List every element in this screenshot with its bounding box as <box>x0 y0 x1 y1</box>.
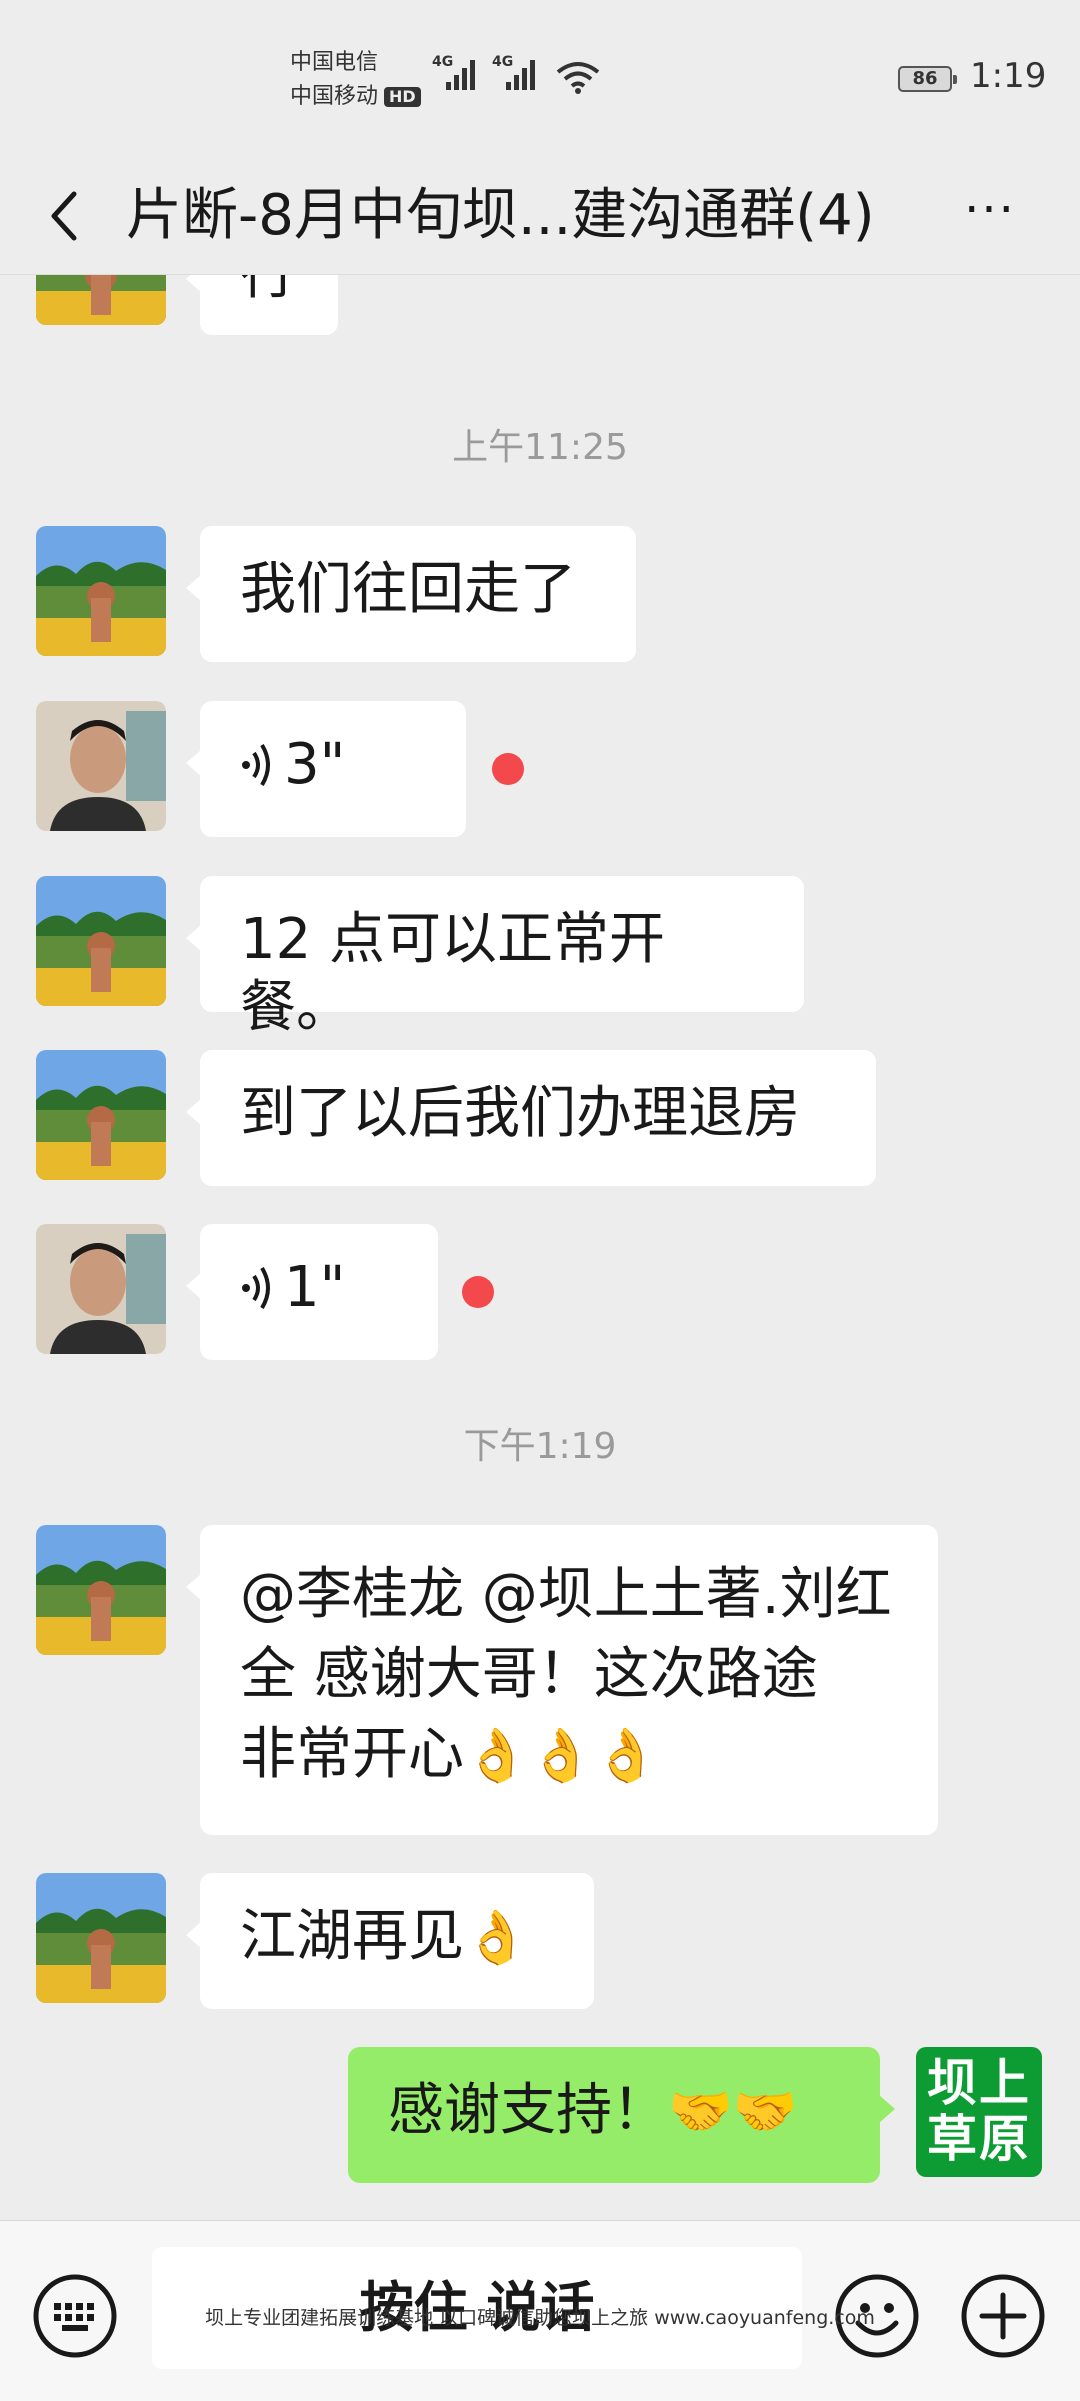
handshake-emoji: 🤝🤝 <box>668 2082 798 2142</box>
message-bubble[interactable]: 行 <box>186 275 338 335</box>
chat-header: 片断-8月中旬坝...建沟通群(4) ··· <box>0 160 1080 275</box>
ok-hand-emoji: 👌👌👌 <box>464 1726 659 1786</box>
hd-badge: HD <box>384 87 421 107</box>
clock: 1:19 <box>970 56 1047 96</box>
unread-dot <box>462 1276 494 1308</box>
voice-wave-icon <box>242 743 270 787</box>
message-bubble[interactable]: 我们往回走了 <box>186 526 636 662</box>
message-text: 到了以后我们办理退房 <box>240 1081 800 1146</box>
message-bubble[interactable]: @李桂龙 @坝上土著.刘红 全 感谢大哥！这次路途 非常开心👌👌👌 <box>186 1525 938 1835</box>
input-bar: 按住 说话 坝上专业团建拓展训练基地 以口碑诚信助您坝上之旅 www.caoyu… <box>0 2220 1080 2401</box>
avatar[interactable] <box>36 526 166 656</box>
message-text: 江湖再见 <box>240 1904 464 1969</box>
message-text: 12 点可以正常开餐。 <box>240 907 666 1040</box>
carrier-1: 中国电信 <box>290 50 379 75</box>
message-bubble-self[interactable]: 感谢支持！🤝🤝 <box>348 2047 895 2183</box>
message-list[interactable]: 行 上午11:25 我们往回走了 3" 12 点可以正常开餐。 到了以后我们办理… <box>0 275 1080 2220</box>
message-text-line: 非常开心 <box>240 1722 464 1787</box>
timestamp: 下午1:19 <box>463 1426 617 1467</box>
message-bubble[interactable]: 到了以后我们办理退房 <box>186 1050 876 1186</box>
message-text-line: 全 感谢大哥！这次路途 <box>240 1642 818 1707</box>
status-bar: 中国电信 中国移动 HD 4G 4G 86 1:19 <box>0 0 1080 160</box>
voice-message[interactable]: 1" <box>186 1224 438 1360</box>
message-bubble[interactable]: 12 点可以正常开餐。 <box>186 876 804 1040</box>
message-text: 感谢支持！ <box>388 2078 668 2143</box>
carrier-info: 中国电信 中国移动 HD <box>290 46 421 114</box>
chat-title: 片断-8月中旬坝...建沟通群(4) <box>126 183 875 248</box>
watermark: 坝上专业团建拓展训练基地 以口碑诚信助您坝上之旅 www.caoyuanfeng… <box>205 2307 875 2329</box>
avatar[interactable] <box>36 1224 166 1354</box>
brand-avatar-text: 草原 <box>927 2110 1031 2168</box>
ok-hand-emoji: 👌 <box>464 1908 529 1968</box>
voice-wave-icon <box>242 1266 270 1310</box>
avatar-self[interactable]: 坝上 草原 <box>916 2047 1042 2177</box>
avatar[interactable] <box>36 701 166 831</box>
voice-duration: 3" <box>284 732 346 797</box>
wifi-icon <box>556 62 600 94</box>
brand-avatar-text: 坝上 <box>927 2054 1031 2112</box>
message-text-line: @李桂龙 @坝上土著.刘红 <box>240 1562 892 1627</box>
avatar[interactable] <box>36 876 166 1006</box>
chevron-left-icon[interactable] <box>38 188 94 244</box>
battery-icon: 86 <box>898 66 957 92</box>
message-text: 我们往回走了 <box>240 557 576 622</box>
message-bubble[interactable]: 江湖再见👌 <box>186 1873 594 2009</box>
voice-duration: 1" <box>284 1255 346 1320</box>
carrier-2: 中国移动 <box>290 84 379 109</box>
message-text: 行 <box>240 275 296 307</box>
avatar[interactable] <box>36 1525 166 1655</box>
avatar[interactable] <box>36 1050 166 1180</box>
avatar[interactable] <box>36 1873 166 2003</box>
unread-dot <box>492 753 524 785</box>
avatar[interactable] <box>36 275 166 325</box>
more-icon[interactable]: ··· <box>960 186 1020 242</box>
voice-message[interactable]: 3" <box>186 701 466 837</box>
timestamp: 上午11:25 <box>452 427 628 468</box>
